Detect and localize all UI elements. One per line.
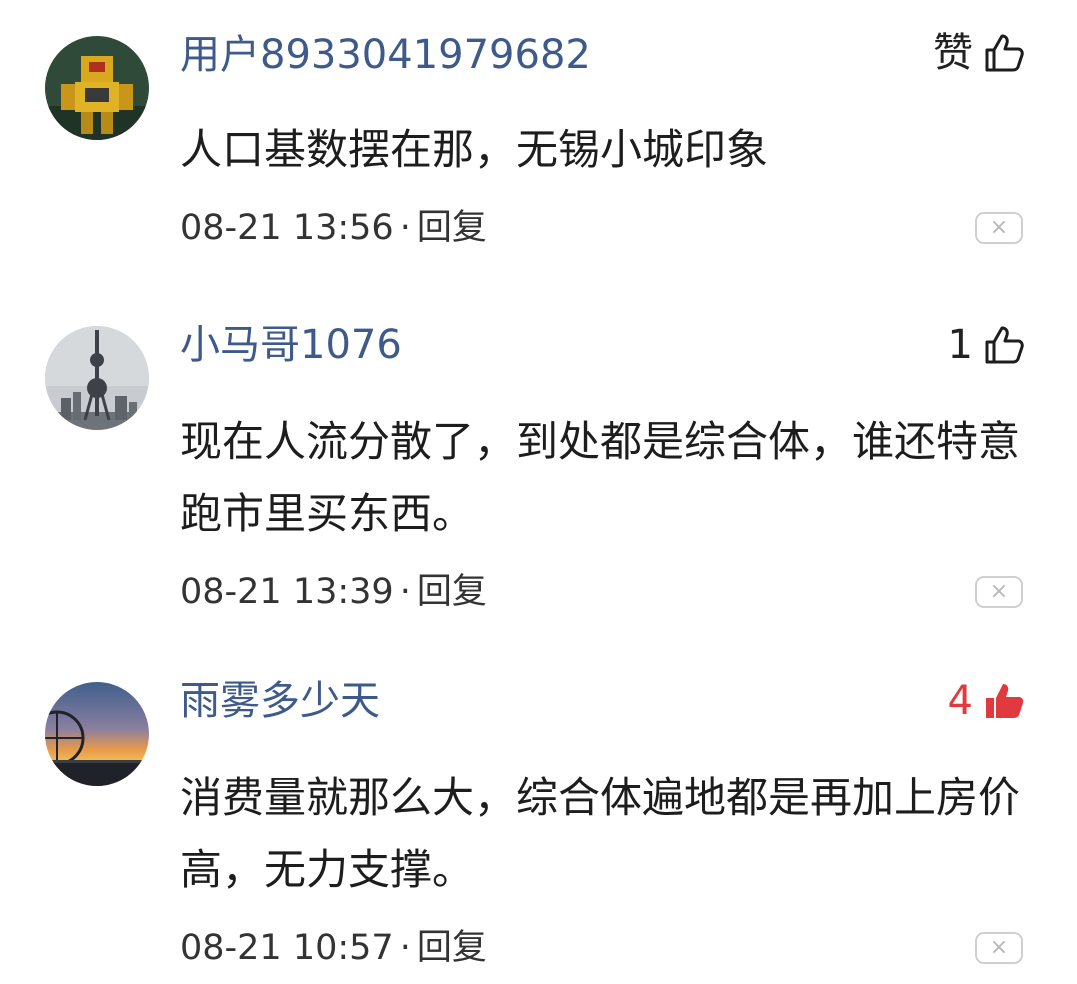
comment-meta: 08-21 13:56 · 回复 xyxy=(180,206,487,250)
reply-button[interactable]: 回复 xyxy=(417,208,487,248)
comment-meta: 08-21 13:39 · 回复 xyxy=(180,570,487,614)
comment-text: 现在人流分散了，到处都是综合体，谁还特意跑市里买东西。 xyxy=(180,417,1021,538)
comment-meta: 08-21 10:57 · 回复 xyxy=(180,926,487,970)
timestamp: 08-21 10:57 xyxy=(180,928,394,968)
reply-button[interactable]: 回复 xyxy=(417,928,487,968)
like-label: 赞 xyxy=(933,30,973,76)
timestamp: 08-21 13:39 xyxy=(180,572,394,612)
like-button[interactable]: 1 xyxy=(948,320,1025,370)
avatar[interactable] xyxy=(45,682,149,786)
username[interactable]: 雨雾多少天 xyxy=(180,676,380,726)
reply-button[interactable]: 回复 xyxy=(417,572,487,612)
like-count: 4 xyxy=(947,678,973,724)
close-icon[interactable]: × xyxy=(975,576,1023,608)
avatar[interactable] xyxy=(45,326,149,430)
separator-dot: · xyxy=(399,208,411,248)
thumbs-up-icon xyxy=(983,32,1025,74)
username[interactable]: 小马哥1076 xyxy=(180,320,402,370)
avatar[interactable] xyxy=(45,36,149,140)
comment-item: 雨雾多少天 4 消费量就那么大，综合体遍地都是再加上房价高，无力支撑。 08-2… xyxy=(0,640,1077,984)
separator-dot: · xyxy=(399,572,411,612)
timestamp: 08-21 13:56 xyxy=(180,208,394,248)
comment-text: 消费量就那么大，综合体遍地都是再加上房价高，无力支撑。 xyxy=(180,773,1021,894)
separator-dot: · xyxy=(399,928,411,968)
comment-text: 人口基数摆在那，无锡小城印象 xyxy=(180,125,769,174)
sunset-avatar-image xyxy=(45,682,149,786)
comment-item: 用户8933041979682 赞 人口基数摆在那，无锡小城印象 08-21 1… xyxy=(0,0,1077,290)
comment-item: 小马哥1076 1 现在人流分散了，到处都是综合体，谁还特意跑市里买东西。 08… xyxy=(0,290,1077,640)
close-icon[interactable]: × xyxy=(975,932,1023,964)
robot-avatar-image xyxy=(45,36,149,140)
like-button[interactable]: 4 xyxy=(948,676,1025,726)
close-icon[interactable]: × xyxy=(975,212,1023,244)
thumbs-up-filled-icon xyxy=(983,680,1025,722)
thumbs-up-icon xyxy=(983,324,1025,366)
tower-avatar-image xyxy=(45,326,149,430)
like-count: 1 xyxy=(947,322,973,368)
username[interactable]: 用户8933041979682 xyxy=(180,30,591,80)
like-button[interactable]: 赞 xyxy=(933,28,1025,78)
